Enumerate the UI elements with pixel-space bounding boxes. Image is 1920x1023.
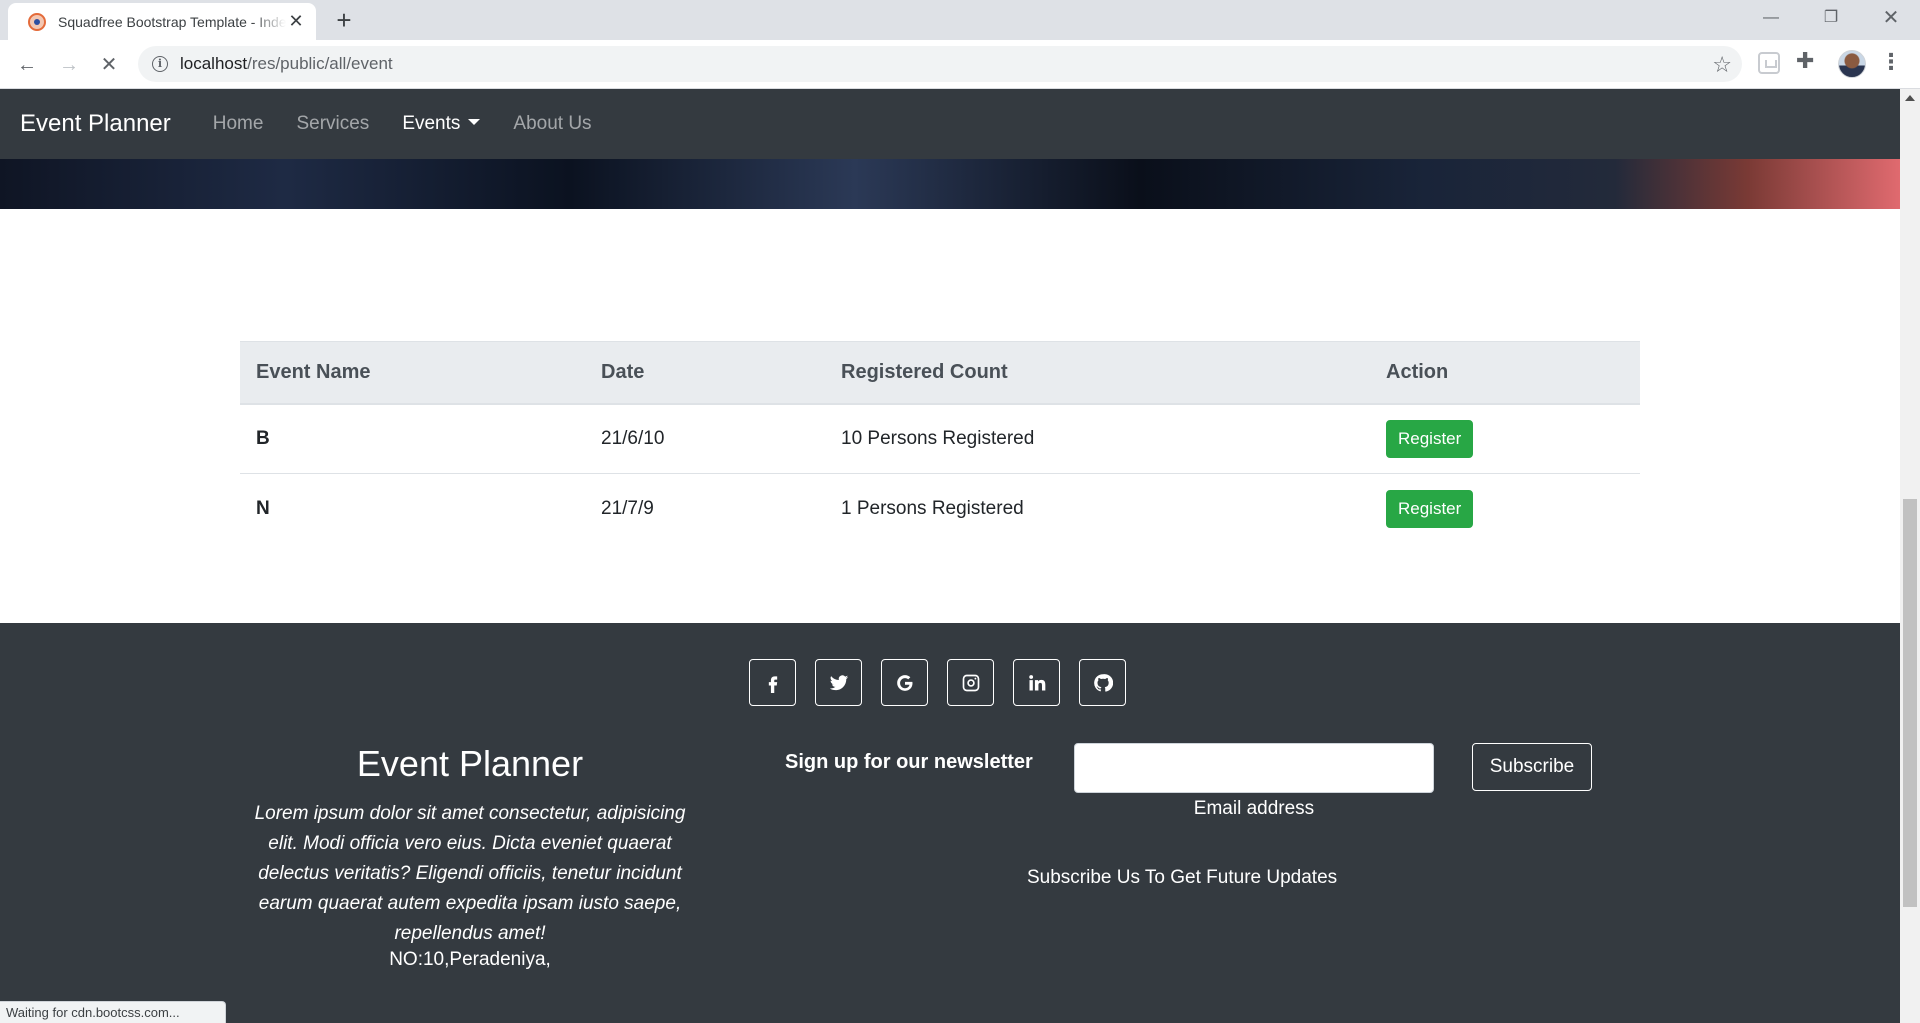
facebook-icon xyxy=(768,675,777,693)
dropdown-caret-icon xyxy=(468,118,481,125)
twitter-icon xyxy=(829,674,848,690)
window-restore-button[interactable]: ❐ xyxy=(1808,4,1854,32)
nav-link-events[interactable]: Events xyxy=(402,113,481,135)
email-field-label: Email address xyxy=(1193,798,1315,819)
browser-tab[interactable]: Squadfree Bootstrap Template - Index ✕ xyxy=(8,3,316,40)
linkedin-button[interactable] xyxy=(1013,659,1060,706)
instagram-button[interactable] xyxy=(947,659,994,706)
col-header-registered-count: Registered Count xyxy=(825,341,1370,405)
google-icon xyxy=(896,674,912,691)
event-name-cell: B xyxy=(240,403,585,474)
nav-link-events-label: Events xyxy=(402,113,461,134)
favicon-icon xyxy=(28,12,46,31)
back-button[interactable]: ← xyxy=(12,50,42,80)
url-text[interactable]: localhost/res/public/all/event xyxy=(180,54,393,74)
register-button[interactable]: Register xyxy=(1386,419,1474,458)
page-viewport: Event Planner Home Services Events About… xyxy=(0,89,1900,1023)
site-footer: Event Planner Lorem ipsum dolor sit amet… xyxy=(0,623,1900,1023)
bookmark-star-icon[interactable]: ☆ xyxy=(1712,52,1732,78)
col-header-action: Action xyxy=(1370,341,1640,405)
twitter-button[interactable] xyxy=(815,659,862,706)
scrollbar-thumb[interactable] xyxy=(1903,499,1917,907)
extension-icon[interactable] xyxy=(1758,52,1780,74)
email-field[interactable] xyxy=(1074,743,1434,793)
navbar-brand[interactable]: Event Planner xyxy=(20,110,171,138)
footer-address: NO:10,Peradeniya, xyxy=(389,949,551,970)
subscribe-button[interactable]: Subscribe xyxy=(1472,743,1592,791)
col-header-date: Date xyxy=(585,341,825,405)
window-minimize-button[interactable]: — xyxy=(1748,4,1794,32)
url-path: /res/public/all/event xyxy=(247,54,393,73)
profile-avatar[interactable] xyxy=(1838,50,1866,78)
instagram-icon xyxy=(962,674,979,691)
social-links xyxy=(749,659,1126,706)
event-action-cell: Register xyxy=(1370,474,1640,544)
event-date-cell: 21/7/9 xyxy=(601,497,654,519)
url-host: localhost xyxy=(180,54,248,73)
event-count-cell: 10 Persons Registered xyxy=(825,403,1370,474)
linkedin-icon xyxy=(1028,674,1045,690)
close-tab-icon[interactable]: ✕ xyxy=(286,11,306,32)
newsletter-tagline: Subscribe Us To Get Future Updates xyxy=(1027,867,1338,888)
site-info-icon[interactable]: i xyxy=(152,56,168,72)
nav-link-home[interactable]: Home xyxy=(213,113,264,135)
events-table: Event Name Date Registered Count Action … xyxy=(240,341,1640,544)
window-close-button[interactable]: ✕ xyxy=(1868,4,1914,32)
extensions-puzzle-icon[interactable]: ✚ xyxy=(1796,48,1814,74)
nav-link-about[interactable]: About Us xyxy=(513,113,591,135)
event-name-cell: N xyxy=(256,497,270,519)
stop-loading-button[interactable]: ✕ xyxy=(94,50,124,80)
col-header-event-name: Event Name xyxy=(240,341,585,405)
event-count-cell: 1 Persons Registered xyxy=(841,497,1024,519)
github-icon xyxy=(1093,673,1113,692)
github-button[interactable] xyxy=(1079,659,1126,706)
table-row: N 21/7/9 1 Persons Registered Register xyxy=(240,474,1640,544)
google-button[interactable] xyxy=(881,659,928,706)
site-navbar: Event Planner Home Services Events About… xyxy=(0,89,1900,159)
facebook-button[interactable] xyxy=(749,659,796,706)
hero-image xyxy=(0,159,1900,209)
page-scrollbar[interactable] xyxy=(1900,89,1920,1023)
browser-menu-icon[interactable]: ⋮ xyxy=(1880,49,1902,75)
browser-tabstrip: Squadfree Bootstrap Template - Index ✕ +… xyxy=(0,0,1920,40)
table-row: B 21/6/10 10 Persons Registered Register xyxy=(240,403,1640,474)
browser-toolbar: ← → ✕ i localhost/res/public/all/event ☆… xyxy=(0,40,1920,89)
new-tab-button[interactable]: + xyxy=(330,6,358,34)
register-button[interactable]: Register xyxy=(1386,489,1474,528)
status-bubble: Waiting for cdn.bootcss.com... xyxy=(0,1001,226,1023)
forward-button[interactable]: → xyxy=(54,50,84,80)
scroll-up-arrow-icon[interactable] xyxy=(1905,95,1915,101)
footer-description: Lorem ipsum dolor sit amet consectetur, … xyxy=(254,803,686,944)
newsletter-label: Sign up for our newsletter xyxy=(785,751,1033,773)
nav-link-services[interactable]: Services xyxy=(296,113,369,135)
table-header-row: Event Name Date Registered Count Action xyxy=(240,341,1640,405)
event-action-cell: Register xyxy=(1370,403,1640,474)
footer-brand: Event Planner xyxy=(356,743,584,784)
address-bar[interactable]: i localhost/res/public/all/event ☆ xyxy=(138,46,1742,82)
event-date-cell: 21/6/10 xyxy=(585,403,825,474)
tab-title: Squadfree Bootstrap Template - Index xyxy=(58,13,287,30)
